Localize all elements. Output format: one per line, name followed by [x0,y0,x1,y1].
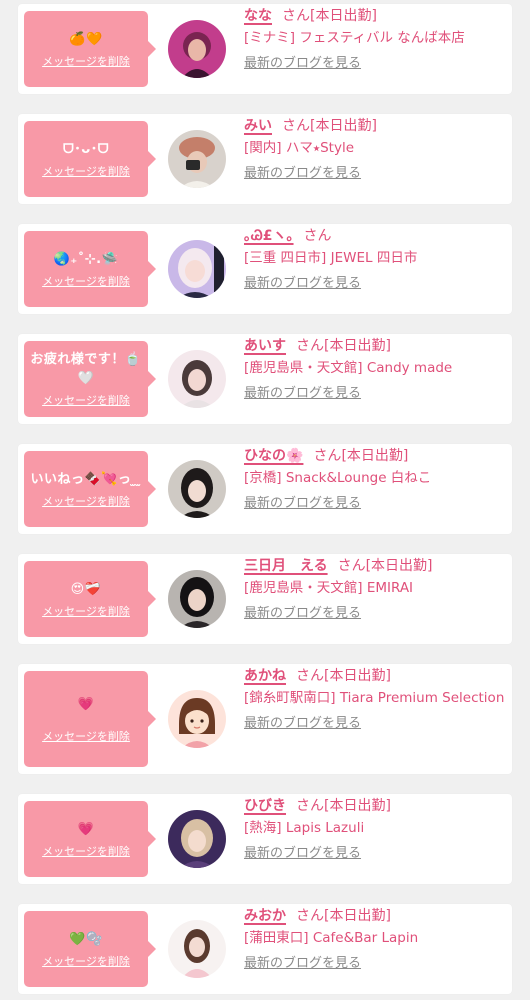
attendance-status: [本日出勤] [324,338,391,354]
delete-message-link[interactable]: メッセージを削除 [42,163,130,179]
cast-name-link[interactable]: 三日月 える [244,558,328,574]
delete-message-link[interactable]: メッセージを削除 [42,953,130,969]
message-bubble: 💗 メッセージを削除 [24,801,156,877]
shop-name: [ミナミ] フェスティバル なんば本店 [244,30,465,46]
list-item: ᗜ･ᴗ･ᗜ メッセージを削除 みい さん[本日出勤] [関内] ハマ⭑Style … [18,114,512,204]
latest-blog-link[interactable]: 最新のブログを見る [244,845,361,863]
message-bubble: 🌏₊˚⊹.🛸 メッセージを削除 [24,231,156,307]
avatar-photo-icon [168,920,226,978]
honorific: さん [296,668,324,684]
avatar-photo-icon [168,460,226,518]
list-item: 😍❤️‍🩹 メッセージを削除 三日月 える さん[本日出勤] [鹿児島県・天文館]… [18,554,512,644]
delete-message-link[interactable]: メッセージを削除 [42,392,130,408]
honorific: さん [282,8,310,24]
attendance-status: [本日出勤] [365,558,433,574]
cast-name-link[interactable]: みい [244,118,272,134]
avatar[interactable] [168,130,226,188]
honorific: さん [282,118,310,134]
delete-message-link[interactable]: メッセージを削除 [42,603,130,619]
message-text: 😍❤️‍🩹 [70,581,102,597]
cast-name-link[interactable]: あいす [244,338,286,354]
message-text: ᗜ･ᴗ･ᗜ [62,141,109,157]
list-item: 💗 メッセージを削除 あかね さん[本日出勤] [錦糸町駅南口] Tiara Pr… [18,664,512,774]
latest-blog-link[interactable]: 最新のブログを見る [244,715,361,733]
message-bubble: 😍❤️‍🩹 メッセージを削除 [24,561,156,637]
attendance-status: [本日出勤] [324,798,391,814]
avatar-photo-icon [168,20,226,78]
avatar[interactable] [168,810,226,868]
avatar[interactable] [168,460,226,518]
shop-name: [蒲田東口] Cafe&Bar Lapin [244,930,419,946]
avatar-photo-icon [168,130,226,188]
shop-name: [京橋] Snack&Lounge 白ねこ [244,470,432,486]
message-text: 💚🫧 [69,931,103,947]
avatar[interactable] [168,690,226,748]
attendance-status: [本日出勤] [310,118,377,134]
latest-blog-link[interactable]: 最新のブログを見る [244,385,361,403]
list-item: 🍊🧡 メッセージを削除 なな さん[本日出勤] [ミナミ] フェスティバル なんば… [18,4,512,94]
latest-blog-link[interactable]: 最新のブログを見る [244,55,361,73]
avatar-photo-icon [168,240,226,298]
attendance-status: [本日出勤] [324,908,391,924]
latest-blog-link[interactable]: 最新のブログを見る [244,955,361,973]
shop-name: [鹿児島県・天文館] Candy made [244,360,453,376]
shop-name: [三重 四日市] JEWEL 四日市 [244,250,418,266]
latest-blog-link[interactable]: 最新のブログを見る [244,495,361,513]
message-bubble: お疲れ様です！🍵🤍 メッセージを削除 [24,341,156,417]
honorific: さん [296,798,324,814]
shop-name: [錦糸町駅南口] Tiara Premium Selection [244,690,505,706]
latest-blog-link[interactable]: 最新のブログを見る [244,275,361,293]
avatar[interactable] [168,20,226,78]
cast-name-link[interactable]: ｡Ꮚ£ヽ｡ [244,228,294,244]
honorific: さん [296,908,324,924]
cast-name-link[interactable]: ひびき [244,798,286,814]
avatar[interactable] [168,350,226,408]
shop-name: [熱海] Lapis Lazuli [244,820,365,836]
message-text: 💗 [77,821,95,837]
message-bubble: いいねっ🍫💘っ ̫ ̫ メッセージを削除 [24,451,156,527]
message-bubble: 🍊🧡 メッセージを削除 [24,11,156,87]
avatar[interactable] [168,240,226,298]
list-item: お疲れ様です！🍵🤍 メッセージを削除 あいす さん[本日出勤] [鹿児島県・天文館… [18,334,512,424]
shop-name: [鹿児島県・天文館] EMIRAI [244,580,414,596]
avatar-photo-icon [168,810,226,868]
list-item: いいねっ🍫💘っ ̫ ̫ メッセージを削除 ひなの🌸 さん[本日出勤] [京橋] S… [18,444,512,534]
list-item: 💗 メッセージを削除 ひびき さん[本日出勤] [熱海] Lapis Lazuli… [18,794,512,884]
message-bubble: 💗 メッセージを削除 [24,671,156,767]
cast-name-link[interactable]: あかね [244,668,286,684]
honorific: さん [303,228,332,244]
message-text: 🍊🧡 [69,31,103,47]
cast-name-link[interactable]: なな [244,8,272,24]
attendance-status: [本日出勤] [310,8,377,24]
message-text: いいねっ🍫💘っ ̫ ̫ [30,471,142,487]
message-text: 💗 [77,696,95,712]
avatar-photo-icon [168,350,226,408]
list-item: 🌏₊˚⊹.🛸 メッセージを削除 ｡Ꮚ£ヽ｡ さん [三重 四日市] JEWEL 四… [18,224,512,314]
latest-blog-link[interactable]: 最新のブログを見る [244,605,361,623]
delete-message-link[interactable]: メッセージを削除 [42,273,130,289]
honorific: さん [337,558,366,574]
message-list: 🍊🧡 メッセージを削除 なな さん[本日出勤] [ミナミ] フェスティバル なんば… [0,0,530,1000]
delete-message-link[interactable]: メッセージを削除 [42,728,130,744]
latest-blog-link[interactable]: 最新のブログを見る [244,165,361,183]
honorific: さん [313,448,342,464]
avatar-photo-icon [168,570,226,628]
avatar-illustration-icon [168,690,226,748]
honorific: さん [296,338,324,354]
attendance-status: [本日出勤] [341,448,409,464]
avatar[interactable] [168,570,226,628]
message-bubble: ᗜ･ᴗ･ᗜ メッセージを削除 [24,121,156,197]
cast-name-link[interactable]: ひなの🌸 [244,448,303,464]
shop-name: [関内] ハマ⭑Style [244,140,355,156]
delete-message-link[interactable]: メッセージを削除 [42,493,130,509]
cast-name-link[interactable]: みおか [244,908,286,924]
delete-message-link[interactable]: メッセージを削除 [42,53,130,69]
avatar[interactable] [168,920,226,978]
list-item: 💚🫧 メッセージを削除 みおか さん[本日出勤] [蒲田東口] Cafe&Bar … [18,904,512,994]
attendance-status: [本日出勤] [324,668,391,684]
delete-message-link[interactable]: メッセージを削除 [42,843,130,859]
message-text: お疲れ様です！🍵🤍 [30,352,142,386]
message-text: 🌏₊˚⊹.🛸 [53,251,119,267]
message-bubble: 💚🫧 メッセージを削除 [24,911,156,987]
